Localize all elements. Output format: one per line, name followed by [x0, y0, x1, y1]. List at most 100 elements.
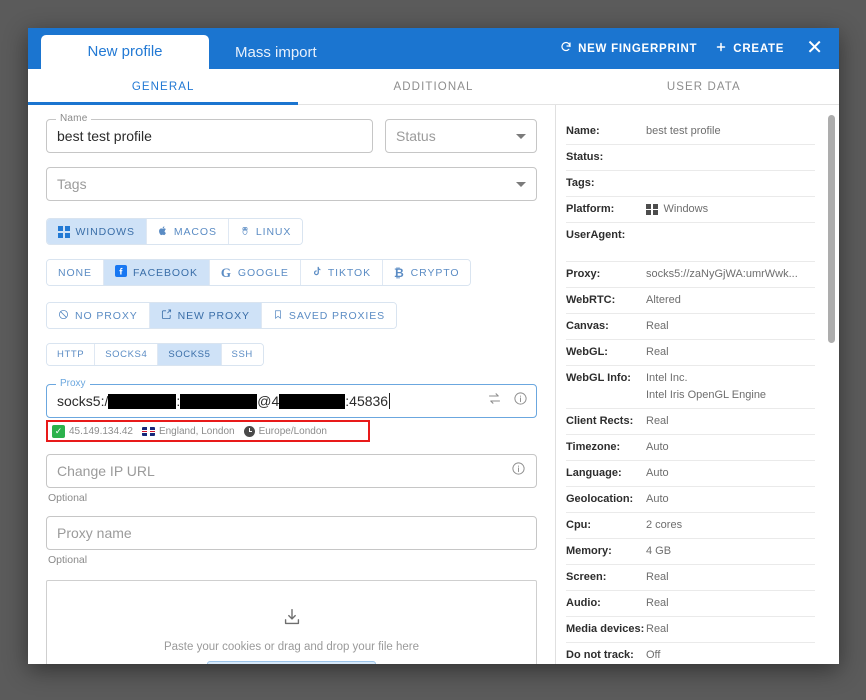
change-ip-url-input[interactable]: Change IP URL: [46, 454, 537, 489]
summary-row: Screen: Real: [566, 565, 815, 591]
proxy-name-input[interactable]: Proxy name: [46, 516, 537, 551]
summary-value: Real: [646, 597, 669, 609]
tags-select[interactable]: Tags: [46, 167, 537, 201]
summary-row: WebRTC: Altered: [566, 288, 815, 314]
summary-key: Tags:: [566, 177, 595, 189]
tab-general[interactable]: GENERAL: [28, 69, 299, 105]
tab-user-data-label: USER DATA: [666, 80, 741, 93]
profile-summary-pane: Name: best test profile Status: Tags: Platfo…: [556, 105, 839, 664]
proxy-host-lead: 4: [271, 393, 280, 410]
chip-google[interactable]: G GOOGLE: [209, 260, 301, 286]
summary-key: Platform:: [566, 203, 615, 215]
tiktok-icon: [312, 265, 322, 280]
close-icon[interactable]: ✕: [802, 38, 827, 60]
chip-new-proxy[interactable]: NEW PROXY: [149, 303, 262, 329]
info-icon[interactable]: [513, 391, 528, 411]
bitcoin-icon: ₿: [393, 265, 405, 280]
proxy-protocol-chip-group: HTTP SOCKS4 SOCKS5 SSH: [46, 343, 264, 367]
info-icon[interactable]: [511, 461, 526, 481]
plus-icon: [715, 41, 727, 56]
chip-ssh[interactable]: SSH: [221, 344, 263, 366]
chip-linux[interactable]: LINUX: [228, 219, 303, 245]
proxy-name-placeholder: Proxy name: [57, 525, 132, 542]
chip-saved-proxies-label: SAVED PROXIES: [288, 309, 386, 322]
cookies-dropzone-hint: Paste your cookies or drag and drop your…: [163, 640, 420, 653]
chip-socks4[interactable]: SOCKS4: [95, 344, 159, 366]
chip-linux-label: LINUX: [255, 225, 292, 238]
tab-mass-import[interactable]: Mass import: [209, 37, 343, 69]
summary-key: Status:: [566, 151, 604, 163]
proxy-validation-location: England, London: [141, 426, 235, 437]
text-cursor: [389, 393, 391, 410]
chevron-down-icon: [516, 181, 526, 187]
summary-key: Screen:: [566, 571, 607, 583]
proxy-input-wrapper: Proxy socks5:/: @4:45836 ✓ 45.149.134.4…: [46, 378, 537, 443]
summary-row: WebGL Info: Intel Inc. Intel Iris OpenGL …: [566, 366, 815, 409]
chip-saved-proxies[interactable]: SAVED PROXIES: [261, 303, 397, 329]
linux-icon: [240, 225, 250, 239]
cookies-dropzone[interactable]: Paste your cookies or drag and drop your…: [46, 580, 537, 664]
apple-icon: [158, 225, 168, 239]
proxy-input-value: socks5:/: @4:45836: [57, 393, 391, 410]
proxy-input[interactable]: Proxy socks5:/: @4:45836: [46, 378, 537, 419]
chip-tiktok[interactable]: TIKTOK: [300, 260, 383, 286]
summary-key: Name:: [566, 125, 600, 137]
uk-flag-icon: [141, 426, 155, 436]
chip-http-label: HTTP: [57, 349, 85, 361]
proxy-validation-ip: ✓ 45.149.134.42: [52, 424, 133, 438]
summary-row: Canvas: Real: [566, 314, 815, 340]
new-fingerprint-button[interactable]: NEW FINGERPRINT: [560, 41, 697, 56]
proxy-validation-timezone: Europe/London: [243, 425, 327, 437]
header-actions: NEW FINGERPRINT CREATE ✕: [560, 28, 839, 69]
swap-icon[interactable]: [487, 391, 502, 411]
summary-row: Language: Auto: [566, 461, 815, 487]
status-select[interactable]: Status: [385, 119, 537, 153]
summary-key: Audio:: [566, 597, 601, 609]
summary-row: Platform: Windows: [566, 197, 815, 223]
tags-select-placeholder: Tags: [57, 176, 87, 192]
chip-http[interactable]: HTTP: [47, 344, 96, 366]
chip-facebook[interactable]: FACEBOOK: [103, 260, 210, 286]
refresh-icon: [560, 41, 572, 56]
summary-value: Off: [646, 649, 661, 661]
summary-key: WebGL:: [566, 346, 608, 358]
summary-value: Windows: [646, 201, 708, 218]
chip-crypto[interactable]: ₿ CRYPTO: [382, 260, 471, 286]
tab-new-profile[interactable]: New profile: [41, 35, 209, 69]
summary-value: 2 cores: [646, 519, 683, 531]
redaction-username: [108, 393, 177, 409]
summary-value: 4 GB: [646, 545, 672, 557]
summary-value: Auto: [646, 493, 669, 505]
cookies-from-file-button[interactable]: COOKIES FROM FILE: [206, 660, 377, 664]
chip-macos[interactable]: MACOS: [146, 219, 229, 245]
summary-row: Do not track: Off: [566, 643, 815, 664]
chip-socks5[interactable]: SOCKS5: [158, 344, 222, 366]
name-field[interactable]: Name best test profile: [46, 113, 373, 153]
facebook-icon: [114, 265, 127, 280]
proxy-input-legend: Proxy: [56, 378, 90, 390]
tab-mass-import-label: Mass import: [235, 44, 317, 61]
summary-row: Geolocation: Auto: [566, 487, 815, 513]
name-status-row: Name best test profile Status: [46, 113, 537, 153]
summary-row: UserAgent:: [566, 223, 815, 262]
chip-none[interactable]: NONE: [47, 260, 104, 286]
tab-additional-label: ADDITIONAL: [393, 80, 474, 93]
summary-scrollbar-thumb[interactable]: [828, 115, 835, 343]
summary-key: Proxy:: [566, 268, 601, 280]
create-button[interactable]: CREATE: [715, 41, 784, 56]
proxy-validation-ip-label: 45.149.134.42: [69, 425, 133, 437]
summary-value: Intel Inc. Intel Iris OpenGL Engine: [646, 372, 767, 401]
chip-crypto-label: CRYPTO: [410, 266, 460, 279]
chip-windows[interactable]: WINDOWS: [47, 219, 147, 245]
summary-row: Proxy: socks5://zaNyGjWA:umrWwk...: [566, 262, 815, 288]
summary-row: Memory: 4 GB: [566, 539, 815, 565]
tab-user-data[interactable]: USER DATA: [569, 69, 839, 104]
tab-new-profile-label: New profile: [87, 43, 163, 60]
summary-value: Altered: [646, 294, 681, 306]
tab-additional[interactable]: ADDITIONAL: [298, 69, 568, 104]
proxy-validation-highlight: ✓ 45.149.134.42 England, London Europe/L…: [46, 420, 370, 443]
chevron-down-icon: [516, 133, 526, 139]
chip-no-proxy[interactable]: NO PROXY: [47, 303, 150, 329]
tab-general-label: GENERAL: [131, 80, 195, 93]
summary-scrollbar[interactable]: [827, 105, 837, 664]
